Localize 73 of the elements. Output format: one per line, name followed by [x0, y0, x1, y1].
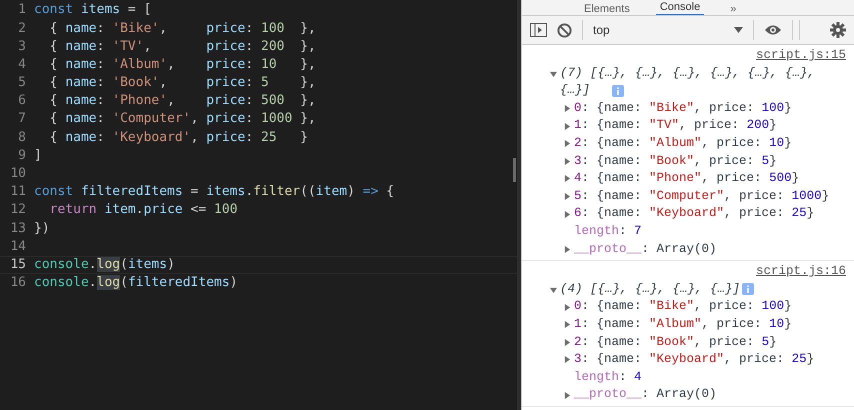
console-entry: 0: {name: "Bike", price: 100} — [574, 298, 792, 316]
line-number: 7 — [17, 110, 26, 128]
line-number: 4 — [17, 56, 26, 74]
line-number: 15 — [9, 256, 26, 274]
code-line: const items = [ — [34, 1, 152, 20]
expand-triangle-icon[interactable] — [564, 158, 571, 165]
line-number: 10 — [9, 165, 26, 184]
collapse-triangle-icon[interactable] — [550, 286, 557, 294]
code-line: { name: 'Bike', price: 100 }, — [48, 20, 316, 38]
console-entry: 3: {name: "Keyboard", price: 25} — [574, 351, 814, 368]
source-link[interactable]: script.js:16 — [756, 263, 846, 281]
code-line: ] — [34, 146, 42, 165]
line-number: 14 — [9, 238, 26, 256]
console-entry: 2: {name: "Album", price: 10} — [574, 134, 792, 152]
line-number: 13 — [9, 220, 26, 238]
code-line: return item.price <= 100 — [48, 201, 238, 220]
console-entry: 6: {name: "Keyboard", price: 25} — [574, 205, 814, 222]
line-number: 16 — [9, 274, 26, 292]
expand-triangle-icon[interactable] — [564, 392, 571, 399]
expand-triangle-icon[interactable] — [564, 105, 571, 112]
expand-triangle-icon[interactable] — [564, 210, 571, 218]
code-line: { name: 'Book', price: 5 }, — [48, 74, 316, 92]
code-line: const filteredItems = items.filter((item) => { — [34, 183, 394, 202]
console-entry: 0: {name: "Bike", price: 100} — [574, 100, 792, 117]
code-line: console.log(filteredItems) — [34, 274, 238, 292]
array-summary[interactable]: (7) [{…}, {…}, {…}, {…}, {…}, {…}, {…}] — [560, 64, 846, 100]
line-number: 12 — [9, 201, 26, 220]
expand-triangle-icon[interactable] — [564, 356, 571, 364]
collapse-triangle-icon[interactable] — [550, 70, 557, 78]
code-line: { name: 'TV', price: 200 }, — [48, 38, 316, 56]
line-number: 1 — [17, 1, 26, 20]
eye-icon[interactable] — [764, 24, 782, 36]
expand-triangle-icon[interactable] — [564, 122, 571, 130]
console-entry: length: 4 — [574, 368, 642, 386]
scrollbar-thumb[interactable] — [513, 158, 516, 182]
source-link[interactable]: script.js:15 — [756, 47, 846, 65]
expand-triangle-icon[interactable] — [564, 338, 571, 346]
context-select[interactable]: top — [593, 21, 743, 39]
code-line: console.log(items) — [34, 256, 175, 274]
clear-console-icon[interactable] — [557, 22, 572, 38]
line-number: 5 — [17, 74, 26, 92]
console-entry: 4: {name: "Phone", price: 500} — [574, 170, 800, 188]
expand-triangle-icon[interactable] — [564, 246, 571, 253]
code-line: { name: 'Keyboard', price: 25 } — [48, 128, 308, 147]
line-number: 8 — [17, 128, 26, 147]
expand-triangle-icon[interactable] — [564, 140, 571, 148]
code-line: { name: 'Computer', price: 1000 }, — [48, 110, 316, 128]
console-entry: length: 7 — [574, 222, 642, 240]
console-entry: 1: {name: "Album", price: 10} — [574, 316, 792, 333]
expand-triangle-icon[interactable] — [564, 304, 571, 311]
array-summary[interactable]: (4) [{…}, {…}, {…}, {…}] — [560, 280, 756, 298]
line-number: 9 — [17, 146, 26, 165]
devtools-tab[interactable]: » — [726, 3, 740, 16]
console-entry: __proto__: Array(0) — [574, 240, 717, 258]
code-line: { name: 'Phone', price: 500 }, — [48, 92, 316, 110]
devtools-tab[interactable]: Elements — [580, 3, 634, 16]
line-number: 2 — [17, 20, 26, 38]
settings-icon[interactable] — [830, 22, 846, 38]
console-entry: 3: {name: "Book", price: 5} — [574, 152, 777, 170]
console-entry: __proto__: Array(0) — [574, 386, 717, 404]
line-number: 6 — [17, 92, 26, 110]
expand-triangle-icon[interactable] — [564, 193, 571, 200]
code-line: { name: 'Album', price: 10 }, — [48, 56, 316, 74]
expand-triangle-icon[interactable] — [564, 321, 571, 328]
console-entry: 5: {name: "Computer", price: 1000} — [574, 188, 830, 205]
sidebar-toggle-icon[interactable] — [530, 23, 547, 37]
expand-triangle-icon[interactable] — [564, 175, 571, 182]
line-number: 3 — [17, 38, 26, 56]
console-entry: 2: {name: "Book", price: 5} — [574, 334, 777, 350]
console-entry: 1: {name: "TV", price: 200} — [574, 117, 777, 134]
line-number: 11 — [9, 183, 26, 202]
code-line: }) — [34, 220, 50, 238]
dropdown-caret-icon — [734, 27, 743, 33]
